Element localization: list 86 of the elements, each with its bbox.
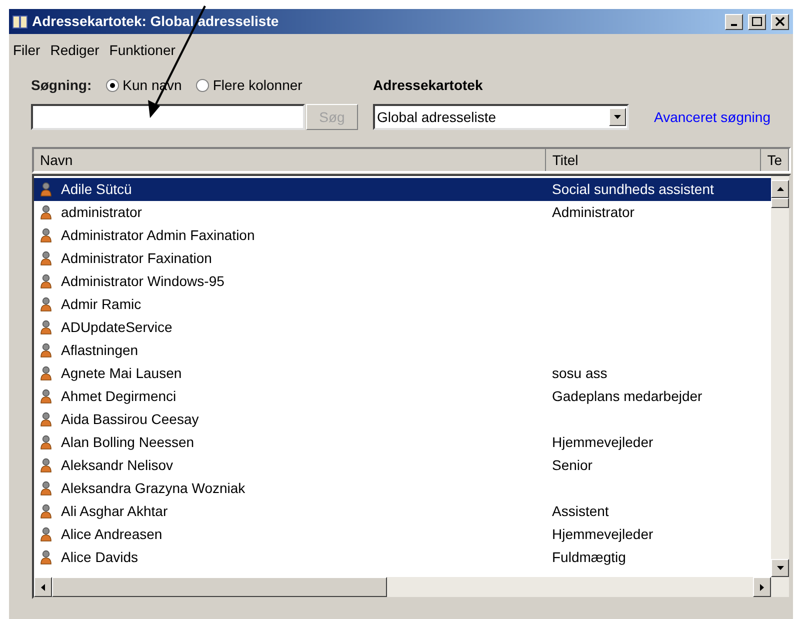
person-icon — [40, 435, 52, 450]
search-field[interactable] — [31, 104, 305, 130]
list-row[interactable]: Administrator Windows-95 — [34, 270, 771, 293]
name-cell-text: Alice Andreasen — [61, 525, 162, 544]
list-row[interactable]: Agnete Mai Lausen sosu ass — [34, 362, 771, 385]
list-row[interactable]: Aleksandra Grazyna Wozniak — [34, 477, 771, 500]
person-icon — [40, 481, 52, 496]
menu-item[interactable]: Rediger — [50, 40, 100, 60]
close-button[interactable] — [771, 14, 789, 30]
search-label: Søgning: — [31, 76, 92, 95]
caret-icon — [614, 115, 621, 119]
minimize-button[interactable] — [725, 14, 743, 30]
name-cell-text: Administrator Faxination — [61, 249, 212, 268]
title-cell-text: Assistent — [552, 502, 609, 521]
scrollbar-thumb[interactable] — [771, 198, 789, 208]
name-cell-text: Alice Davids — [61, 548, 138, 567]
title-cell-text: Administrator — [552, 203, 634, 222]
person-icon — [40, 527, 52, 542]
name-cell-text: Ahmet Degirmenci — [61, 387, 176, 406]
list-row[interactable]: Alice Andreasen Hjemmevejleder — [34, 523, 771, 546]
title-cell-text: Social sundheds assistent — [552, 180, 714, 199]
title-cell-text: Gadeplans medarbejder — [552, 387, 702, 406]
list-row[interactable]: Admir Ramic — [34, 293, 771, 316]
list-row[interactable]: administrator Administrator — [34, 201, 771, 224]
maximize-icon — [752, 17, 762, 26]
list-row[interactable]: Alice Davids Fuldmægtig — [34, 546, 771, 569]
name-cell-text: Administrator Windows-95 — [61, 272, 224, 291]
person-icon — [40, 504, 52, 519]
right-arrow-icon — [760, 584, 764, 590]
person-icon — [40, 205, 52, 220]
list-row[interactable]: Aida Bassirou Ceesay — [34, 408, 771, 431]
down-arrow-icon — [776, 566, 784, 570]
name-cell-text: Aida Bassirou Ceesay — [61, 410, 199, 429]
menu-item[interactable]: Funktioner — [109, 40, 176, 60]
list-row[interactable]: Aleksandr Nelisov Senior — [34, 454, 771, 477]
person-icon — [40, 458, 52, 473]
person-icon — [40, 343, 52, 358]
name-cell-text: Alan Bolling Neessen — [61, 433, 194, 452]
name-cell-text: administrator — [61, 203, 142, 222]
name-cell-text: Agnete Mai Lausen — [61, 364, 182, 383]
left-arrow-icon — [41, 584, 45, 590]
title-cell-text: Hjemmevejleder — [552, 433, 654, 452]
person-icon — [40, 389, 52, 404]
list-row[interactable]: Administrator Faxination — [34, 247, 771, 270]
list-row[interactable]: Adile Sütcü Social sundheds assistent — [34, 178, 771, 201]
window-title: Adressekartotek: Global adresseliste — [32, 12, 280, 31]
person-icon — [40, 366, 52, 381]
name-cell-text: Aflastningen — [61, 341, 138, 360]
list-row[interactable]: Administrator Admin Faxination — [34, 224, 771, 247]
title-cell-text: Senior — [552, 456, 592, 475]
address-book-label: Adressekartotek — [373, 76, 484, 94]
up-arrow-icon — [776, 187, 784, 191]
person-icon — [40, 182, 52, 197]
name-cell-text: Aleksandr Nelisov — [61, 456, 174, 475]
title-cell-text: sosu ass — [552, 364, 608, 383]
name-cell-text: Aleksandra Grazyna Wozniak — [61, 479, 246, 498]
person-icon — [40, 251, 52, 266]
list-row[interactable]: Alan Bolling Neessen Hjemmevejleder — [34, 431, 771, 454]
book-icon — [12, 14, 28, 28]
address-book-dropdown[interactable]: Global adresseliste — [373, 104, 629, 130]
person-icon — [40, 228, 52, 243]
person-icon — [40, 320, 52, 335]
advanced-search-link[interactable]: Avanceret søgning — [654, 106, 770, 128]
horizontal-scrollbar[interactable] — [34, 577, 771, 597]
person-icon — [40, 297, 52, 312]
person-icon — [40, 550, 52, 565]
scrollbar-thumb[interactable] — [52, 577, 387, 597]
list-row[interactable]: Aflastningen — [34, 339, 771, 362]
maximize-button[interactable] — [748, 14, 766, 30]
name-cell-text: ADUpdateService — [61, 318, 172, 337]
name-cell-text: Ali Asghar Akhtar — [61, 502, 168, 521]
name-cell-text: Adile Sütcü — [61, 180, 132, 199]
title-cell-text: Fuldmægtig — [552, 548, 626, 567]
vertical-scrollbar[interactable] — [771, 176, 789, 597]
minimize-icon — [731, 24, 737, 26]
person-icon — [40, 274, 52, 289]
name-cell-text: Administrator Admin Faxination — [61, 226, 255, 245]
radio-option[interactable]: Flere kolonner — [196, 74, 302, 96]
list-row[interactable]: Ali Asghar Akhtar Assistent — [34, 500, 771, 523]
list-row[interactable]: ADUpdateService — [34, 316, 771, 339]
menu-item[interactable]: Filer — [13, 40, 40, 60]
list-row[interactable]: Ahmet Degirmenci Gadeplans medarbejder — [34, 385, 771, 408]
name-cell-text: Admir Ramic — [61, 295, 142, 314]
close-icon — [775, 17, 785, 26]
title-cell-text: Hjemmevejleder — [552, 525, 654, 544]
person-icon — [40, 412, 52, 427]
